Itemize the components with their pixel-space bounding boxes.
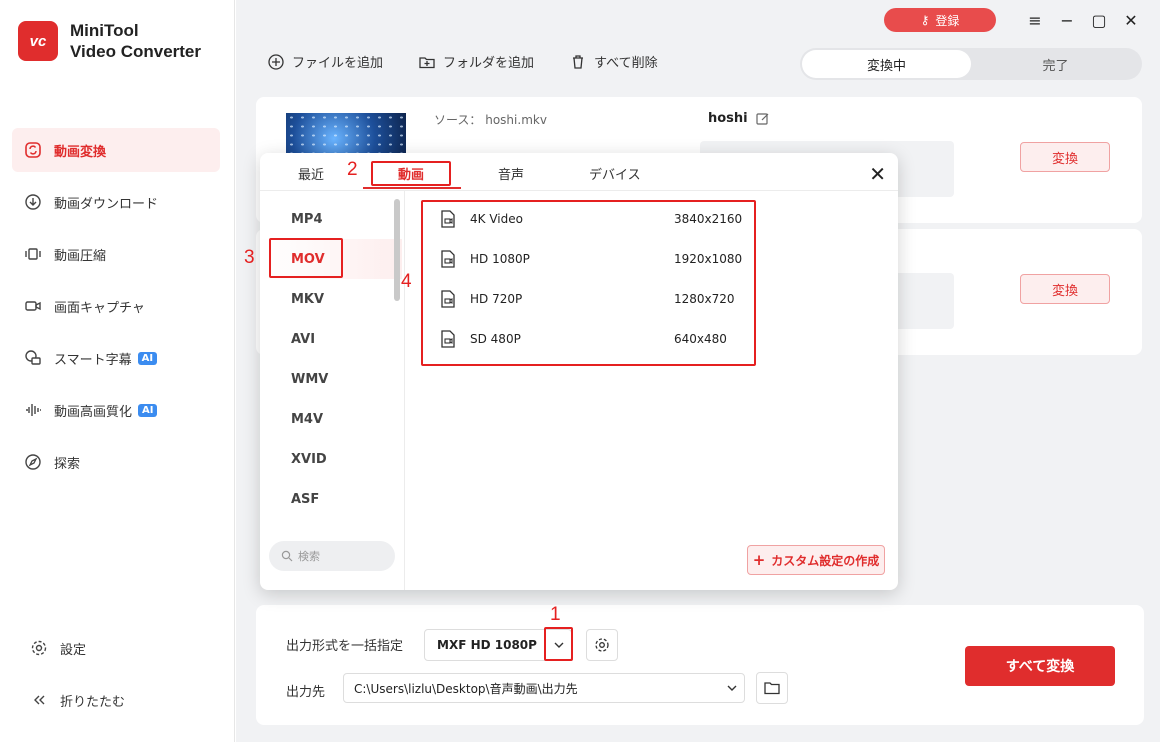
sidebar-item-label: スマート字幕: [54, 352, 132, 368]
ai-badge: AI: [137, 351, 158, 365]
key-icon: ⚷: [920, 13, 930, 27]
convert-all-button[interactable]: すべて変換: [965, 646, 1115, 686]
delete-all-label: すべて削除: [594, 56, 658, 71]
target-name: hoshi: [708, 111, 770, 126]
sidebar-collapse[interactable]: 折りたたむ: [24, 678, 125, 722]
sidebar-item-compress[interactable]: 動画圧縮: [12, 232, 220, 276]
sidebar-item-subtitle[interactable]: スマート字幕 AI: [12, 336, 220, 380]
minimize-icon[interactable]: −: [1056, 9, 1078, 31]
enhance-icon: [24, 401, 42, 419]
annotation-number-4: 4: [401, 271, 412, 292]
format-item-mp4[interactable]: MP4: [260, 199, 402, 239]
add-file-button[interactable]: ファイルを追加: [268, 52, 383, 71]
collapse-label: 折りたたむ: [60, 694, 126, 710]
annotation-box-1: [544, 627, 573, 661]
sidebar-item-label: 動画圧縮: [54, 248, 107, 264]
logo-mark: vc: [18, 21, 58, 61]
download-icon: [24, 193, 42, 211]
sidebar-item-download[interactable]: 動画ダウンロード: [12, 180, 220, 224]
tab-device[interactable]: デバイス: [589, 164, 641, 183]
subtitle-icon: [24, 349, 42, 367]
open-folder-button[interactable]: [756, 672, 788, 704]
status-segment: 変換中 完了: [800, 48, 1142, 80]
annotation-number-1: 1: [550, 604, 561, 625]
annotation-box-3: [269, 238, 343, 278]
tab-done[interactable]: 完了: [971, 50, 1140, 78]
toolbar: ファイルを追加 フォルダを追加 すべて削除: [268, 52, 694, 71]
app-name-line1: MiniTool: [70, 21, 139, 40]
ai-badge: AI: [138, 403, 158, 417]
format-item-wmv[interactable]: WMV: [260, 359, 402, 399]
folder-icon: [764, 682, 780, 695]
sidebar-settings[interactable]: 設定: [24, 626, 86, 670]
app-name-line2: Video Converter: [70, 42, 202, 61]
menu-icon[interactable]: ≡: [1024, 9, 1046, 31]
app-logo: vc MiniTool Video Converter: [18, 20, 201, 62]
format-search-input[interactable]: 検索: [269, 541, 395, 571]
add-file-label: ファイルを追加: [292, 56, 384, 71]
record-icon: [24, 297, 42, 315]
format-item-m4v[interactable]: M4V: [260, 399, 402, 439]
annotation-box-4: [421, 200, 756, 366]
add-folder-label: フォルダを追加: [443, 56, 535, 71]
chevron-down-icon: [727, 685, 737, 691]
close-icon[interactable]: ✕: [869, 162, 886, 186]
maximize-icon[interactable]: ▢: [1088, 9, 1110, 31]
tab-recent[interactable]: 最近: [298, 164, 324, 183]
format-list-scrollbar[interactable]: [394, 199, 400, 301]
delete-all-button[interactable]: すべて削除: [570, 52, 658, 71]
format-item-avi[interactable]: AVI: [260, 319, 402, 359]
source-info: ソース： hoshi.mkv: [434, 113, 547, 127]
sidebar-nav: 動画変換 動画ダウンロード 動画圧縮 画面キャプチャ スマート字幕 AI 動画高…: [12, 128, 220, 492]
sidebar-item-enhance[interactable]: 動画高画質化 AI: [12, 388, 220, 432]
add-file-icon: [268, 53, 284, 70]
sidebar-item-record[interactable]: 画面キャプチャ: [12, 284, 220, 328]
edit-icon[interactable]: [756, 112, 770, 126]
output-panel: 出力形式を一括指定 MXF HD 1080P 出力先 C:\Users\lizl…: [256, 605, 1144, 725]
path-dropdown-button[interactable]: [720, 673, 744, 703]
create-custom-button[interactable]: + カスタム設定の作成: [747, 545, 885, 575]
sidebar-item-label: 動画高画質化: [54, 404, 133, 420]
register-button[interactable]: ⚷ 登録: [884, 8, 996, 32]
output-path-select[interactable]: C:\Users\lizlu\Desktop\音声動画\出力先: [343, 673, 745, 703]
search-icon: [281, 550, 293, 562]
format-settings-button[interactable]: [586, 629, 618, 661]
format-item-xvid[interactable]: XVID: [260, 439, 402, 479]
compass-icon: [24, 453, 42, 471]
output-label: 出力先: [286, 685, 326, 700]
trash-icon: [573, 54, 584, 69]
window-controls: ⚷ 登録 ≡ − ▢ ✕: [884, 8, 1142, 32]
annotation-box-2: [371, 161, 451, 186]
annotation-number-2: 2: [347, 159, 358, 180]
divider: [404, 191, 405, 590]
gear-icon: [595, 638, 609, 652]
plus-icon: +: [752, 551, 766, 569]
active-tab-underline: [363, 187, 461, 189]
convert-button[interactable]: 変換: [1020, 274, 1110, 304]
register-label: 登録: [935, 13, 960, 28]
sidebar-item-explore[interactable]: 探索: [12, 440, 220, 484]
sidebar-item-label: 画面キャプチャ: [54, 300, 145, 316]
format-label: 出力形式を一括指定: [286, 639, 404, 654]
add-folder-icon: [419, 56, 435, 68]
annotation-number-3: 3: [244, 247, 255, 268]
add-folder-button[interactable]: フォルダを追加: [419, 52, 534, 71]
sidebar-item-convert[interactable]: 動画変換: [12, 128, 220, 172]
format-item-asf[interactable]: ASF: [260, 479, 402, 519]
sidebar-item-label: 動画ダウンロード: [54, 196, 159, 212]
gear-icon: [30, 639, 48, 657]
tab-audio[interactable]: 音声: [498, 164, 524, 183]
convert-button[interactable]: 変換: [1020, 142, 1110, 172]
source-filename: hoshi.mkv: [485, 113, 547, 127]
tab-converting[interactable]: 変換中: [802, 50, 971, 78]
convert-icon: [24, 141, 42, 159]
format-item-mkv[interactable]: MKV: [260, 279, 402, 319]
collapse-icon: [30, 691, 48, 709]
sidebar: vc MiniTool Video Converter 動画変換 動画ダウンロー…: [0, 0, 235, 742]
settings-label: 設定: [60, 642, 87, 658]
sidebar-item-label: 探索: [54, 456, 81, 472]
compress-icon: [24, 245, 42, 263]
sidebar-item-label: 動画変換: [54, 144, 107, 160]
close-icon[interactable]: ✕: [1120, 9, 1142, 31]
